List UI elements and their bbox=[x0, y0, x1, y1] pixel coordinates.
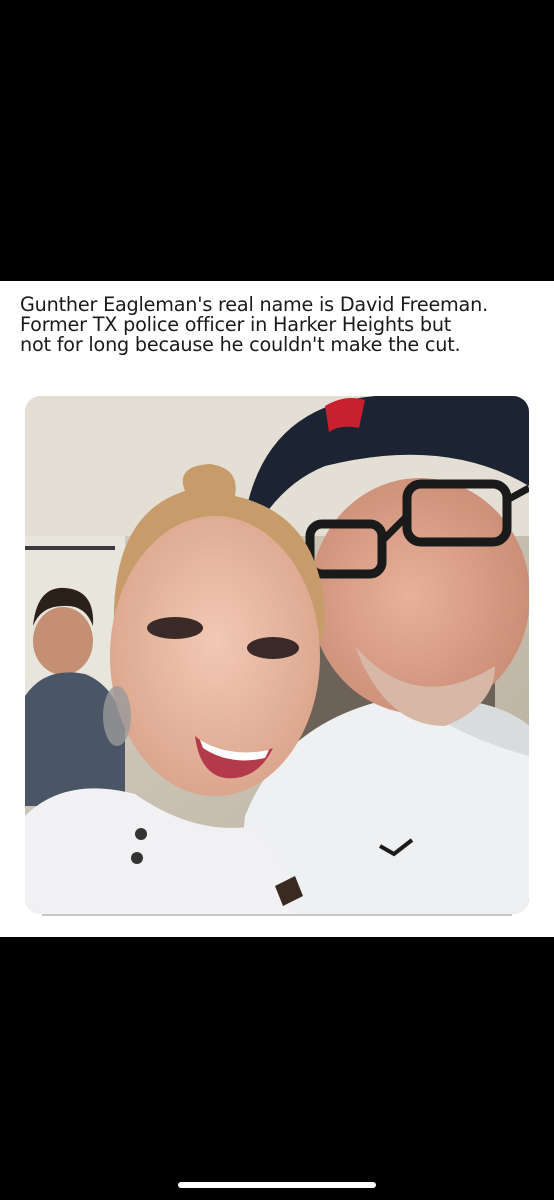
caption-line-1: Gunther Eagleman's real name is David Fr… bbox=[20, 293, 488, 316]
post-card: Gunther Eagleman's real name is David Fr… bbox=[0, 281, 554, 937]
post-photo[interactable] bbox=[25, 396, 529, 914]
post-caption: Gunther Eagleman's real name is David Fr… bbox=[20, 295, 540, 355]
caption-line-2: Former TX police officer in Harker Heigh… bbox=[20, 313, 452, 336]
bottom-black-area bbox=[0, 937, 554, 1200]
caption-line-3: not for long because he couldn't make th… bbox=[20, 333, 461, 356]
photo-illustration bbox=[25, 396, 529, 914]
home-indicator[interactable] bbox=[178, 1182, 376, 1188]
photo-bottom-edge bbox=[42, 914, 512, 916]
top-black-area bbox=[0, 0, 554, 281]
